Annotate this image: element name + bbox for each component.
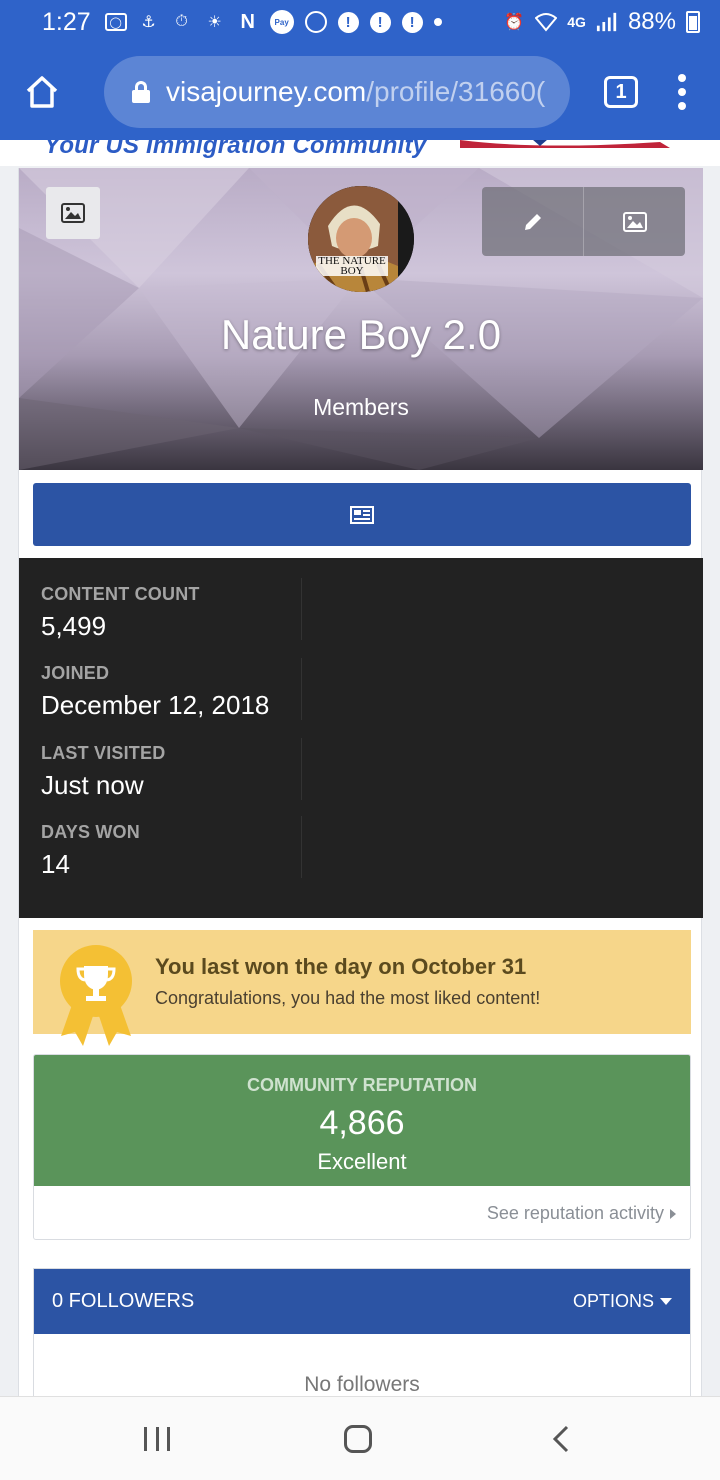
stat-value: 5,499 [41, 611, 107, 641]
image-icon [61, 203, 85, 223]
options-label: OPTIONS [572, 1291, 654, 1311]
profile-stats: CONTENT COUNT 5,499 JOINED December 12, … [19, 558, 703, 918]
reputation-label: COMMUNITY REPUTATION [247, 1075, 477, 1095]
profile-card: THE NATURE BOY Nature Boy 2.0 Members CO… [18, 168, 703, 1408]
address-bar[interactable]: visajourney.com/profile/31660( [104, 56, 570, 128]
followers-options-button[interactable]: OPTIONS [573, 1291, 672, 1312]
browser-menu-button[interactable] [678, 74, 686, 110]
activity-icon: ⏱ [175, 13, 188, 30]
home-button[interactable] [22, 72, 62, 112]
avatar-caption: THE NATURE BOY [316, 256, 388, 277]
status-bar: 1:27 ◯ ⚓ ⏱ ☀ N Pay ! ! ! ⏰ 4G 88% [0, 0, 720, 44]
android-nav-bar [0, 1396, 720, 1480]
stat-value: December 12, 2018 [41, 690, 270, 720]
avatar[interactable]: THE NATURE BOY [308, 186, 414, 292]
alert-icon: ! [401, 11, 423, 33]
day-won-banner: You last won the day on October 31 Congr… [33, 930, 691, 1046]
image-icon [622, 211, 647, 232]
followers-title: 0 FOLLOWERS [52, 1290, 195, 1312]
stat-last-visited: LAST VISITED Just now [41, 743, 301, 801]
app-icon: ⚓ [141, 14, 156, 31]
trophy-icon [60, 945, 132, 1046]
recents-button[interactable] [144, 1427, 170, 1451]
day-won-title: You last won the day on October 31 [155, 954, 527, 979]
reputation-link-label: See reputation activity [486, 1203, 664, 1223]
stat-value: Just now [41, 770, 144, 800]
reputation-box: COMMUNITY REPUTATION 4,866 Excellent See… [33, 1054, 691, 1240]
alert-icon: ! [337, 11, 359, 33]
day-won-text: Congratulations, you had the most liked … [155, 988, 541, 1008]
stat-label: LAST VISITED [41, 743, 166, 763]
browser-toolbar: visajourney.com/profile/31660( 1 [0, 44, 720, 140]
network-type: 4G [567, 14, 586, 30]
site-header: Your US Immigration Community [0, 140, 720, 166]
stat-divider [301, 578, 302, 640]
toyota-icon: ◯ [104, 13, 127, 31]
lock-icon [132, 81, 150, 103]
tab-switcher-button[interactable]: 1 [604, 76, 638, 108]
stat-label: CONTENT COUNT [41, 584, 200, 604]
netflix-icon: N [240, 10, 255, 33]
view-activity-button[interactable] [33, 483, 691, 546]
stat-content-count: CONTENT COUNT 5,499 [41, 584, 301, 642]
stat-value: 14 [41, 849, 70, 879]
cover-photo: THE NATURE BOY Nature Boy 2.0 Members [19, 168, 703, 470]
stat-divider [301, 738, 302, 800]
no-followers-text: No followers [304, 1373, 420, 1396]
home-nav-button[interactable] [344, 1425, 372, 1453]
wifi-icon [535, 11, 558, 33]
stat-divider [301, 816, 302, 878]
reputation-value: 4,866 [319, 1104, 405, 1142]
cover-actions [482, 187, 685, 256]
pay-icon: Pay [269, 10, 294, 34]
signal-icon [596, 11, 618, 33]
battery-icon [686, 11, 700, 33]
status-time: 1:27 [42, 7, 91, 36]
stat-label: JOINED [41, 663, 110, 683]
dot-icon [433, 18, 442, 26]
pencil-icon [524, 213, 541, 230]
cover-photo-button[interactable] [46, 187, 100, 239]
newspaper-icon [350, 505, 374, 524]
battery-percent: 88% [627, 8, 676, 35]
caret-right-icon [670, 1208, 676, 1219]
system-icons: ⏰ 4G 88% [503, 8, 700, 36]
followers-box: 0 FOLLOWERS OPTIONS No followers [33, 1268, 691, 1408]
followers-header: 0 FOLLOWERS OPTIONS [34, 1269, 690, 1334]
edit-profile-button[interactable] [482, 187, 583, 256]
stat-days-won: DAYS WON 14 [41, 822, 301, 880]
profile-name: Nature Boy 2.0 [220, 311, 502, 358]
alarm-icon: ⏰ [504, 14, 525, 31]
reputation-description: Excellent [317, 1149, 407, 1174]
site-tagline: Your US Immigration Community [44, 140, 427, 159]
back-button[interactable] [552, 1425, 570, 1453]
stat-divider [301, 658, 302, 720]
profile-group: Members [313, 394, 409, 420]
change-cover-button[interactable] [583, 187, 685, 256]
stat-label: DAYS WON [41, 822, 140, 842]
brightness-icon: ☀ [207, 14, 222, 31]
notification-icons: ◯ ⚓ ⏱ ☀ N Pay ! ! ! [104, 10, 442, 34]
url-text: visajourney.com/profile/31660( [166, 76, 546, 107]
alert-icon: ! [369, 11, 391, 33]
home-icon [26, 76, 58, 108]
stat-joined: JOINED December 12, 2018 [41, 663, 301, 721]
flag-logo-icon [460, 140, 670, 148]
podcast-icon [304, 11, 327, 33]
reputation-summary: COMMUNITY REPUTATION 4,866 Excellent [34, 1055, 690, 1186]
caret-down-icon [660, 1298, 672, 1305]
reputation-activity-link[interactable]: See reputation activity [487, 1203, 676, 1224]
